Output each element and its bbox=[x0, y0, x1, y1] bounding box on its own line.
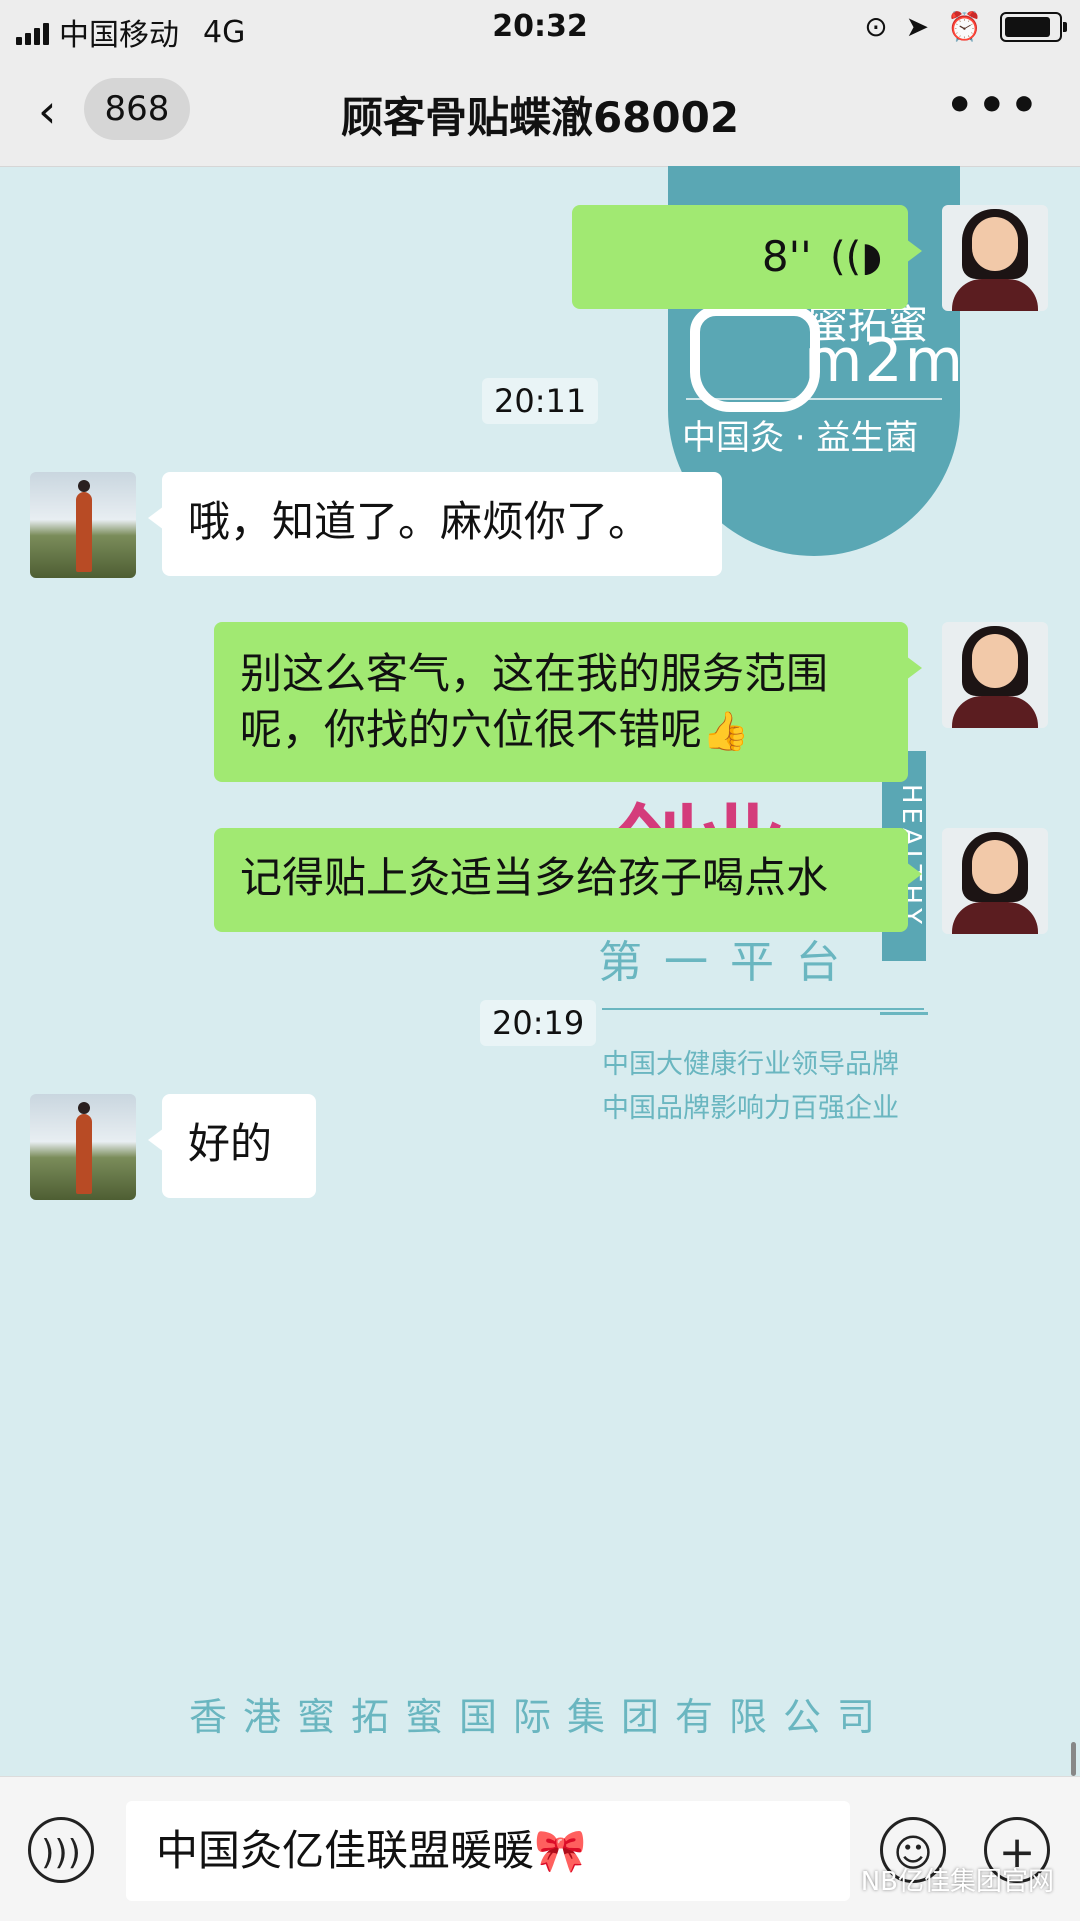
avatar[interactable] bbox=[942, 828, 1048, 934]
wallpaper-slogan: 中国灸 · 益生菌 bbox=[682, 418, 919, 458]
wallpaper-brand-latin: m2m bbox=[804, 326, 966, 396]
alarm-icon: ⏰ bbox=[947, 10, 982, 43]
status-bar: 中国移动 4G 20:32 ⊙ ➤ ⏰ bbox=[0, 0, 1080, 56]
bow-emoji-icon: 🎀 bbox=[534, 1826, 587, 1875]
avatar[interactable] bbox=[942, 622, 1048, 728]
avatar[interactable] bbox=[30, 472, 136, 578]
avatar[interactable] bbox=[30, 1094, 136, 1200]
message-bubble[interactable]: 记得贴上灸适当多给孩子喝点水 bbox=[214, 828, 922, 932]
more-options-icon[interactable]: ••• bbox=[946, 80, 1042, 131]
wallpaper-platform-text: 第一平台 bbox=[598, 937, 862, 988]
voice-input-icon[interactable]: ))) bbox=[28, 1817, 94, 1883]
wallpaper-company-name: 香港蜜拓蜜国际集团有限公司 bbox=[188, 1695, 891, 1739]
wallpaper-tagline-1: 中国大健康行业领导品牌 bbox=[602, 1049, 899, 1080]
message-timestamp: 20:19 bbox=[480, 1000, 597, 1046]
watermark: NB亿佳集团官网 bbox=[860, 1867, 1054, 1897]
wallpaper-rule-accent bbox=[880, 1012, 928, 1015]
message-bubble[interactable]: 别这么客气，这在我的服务范围 呢，你找的穴位很不错呢👍 bbox=[214, 622, 922, 782]
message-input[interactable]: 中国灸亿佳联盟暖暖🎀 bbox=[126, 1801, 850, 1901]
status-right: ⊙ ➤ ⏰ bbox=[864, 10, 1067, 43]
wallpaper-rule bbox=[602, 1008, 924, 1010]
message-timestamp: 20:11 bbox=[482, 378, 599, 424]
voice-message-bubble[interactable]: 8'' ◖)) bbox=[572, 205, 922, 309]
location-icon: ➤ bbox=[905, 10, 930, 43]
scrollbar[interactable] bbox=[1071, 1742, 1076, 1776]
wallpaper-tagline-2: 中国品牌影响力百强企业 bbox=[602, 1093, 899, 1124]
voice-duration: 8'' bbox=[761, 232, 812, 281]
avatar[interactable] bbox=[942, 205, 1048, 311]
brand-logo-icon bbox=[690, 306, 820, 412]
message-line-1: 别这么客气，这在我的服务范围 bbox=[240, 649, 829, 698]
thumbs-up-icon: 👍 bbox=[702, 709, 750, 753]
wallpaper-divider bbox=[686, 398, 942, 400]
battery-fill bbox=[1005, 16, 1050, 37]
voice-wave-icon: ◖)) bbox=[829, 234, 882, 280]
battery-icon bbox=[1000, 11, 1067, 42]
chat-header: ‹ 868 顾客骨贴蝶澈68002 ••• bbox=[0, 56, 1080, 167]
message-bubble[interactable]: 好的 bbox=[148, 1094, 316, 1198]
message-bubble[interactable]: 哦，知道了。麻烦你了。 bbox=[148, 472, 722, 576]
input-bar: ))) 中国灸亿佳联盟暖暖🎀 ☺ + NB亿佳集团官网 bbox=[0, 1776, 1080, 1921]
chat-title: 顾客骨贴蝶澈68002 bbox=[340, 93, 740, 142]
rotation-lock-icon: ⊙ bbox=[864, 10, 888, 43]
message-input-text: 中国灸亿佳联盟暖暖 bbox=[156, 1826, 535, 1875]
message-line-2: 呢，你找的穴位很不错呢👍 bbox=[240, 702, 882, 759]
